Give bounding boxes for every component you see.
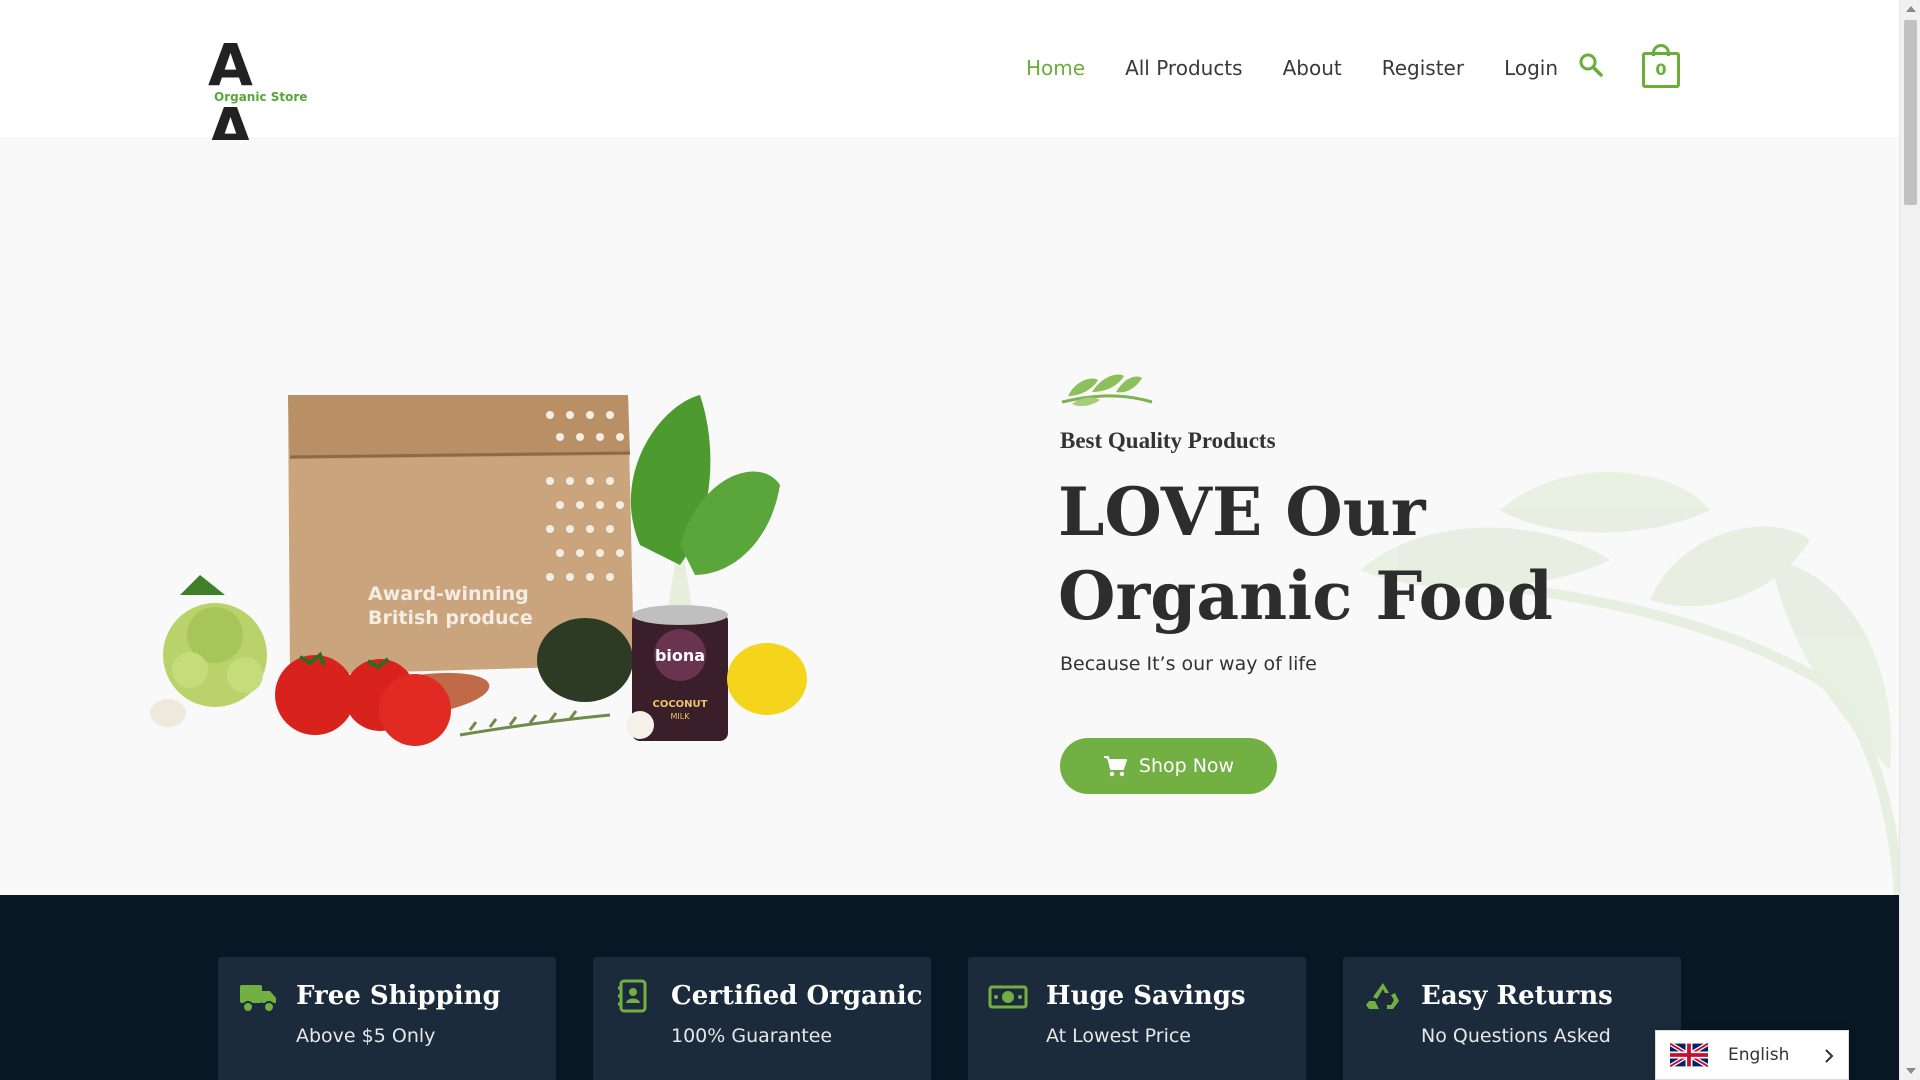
sprig-icon	[1061, 374, 1153, 406]
feature-subtitle: At Lowest Price	[1046, 1025, 1191, 1047]
feature-title: Easy Returns	[1421, 981, 1613, 1011]
hero-headline: LOVE Our Organic Food	[1058, 473, 1553, 635]
nav-about[interactable]: About	[1283, 52, 1342, 84]
can-sublabel: MILK	[671, 712, 691, 721]
language-label: English	[1728, 1045, 1790, 1065]
logo-subtitle: Organic Store	[214, 90, 308, 104]
uk-flag-icon	[1670, 1043, 1708, 1067]
feature-subtitle: Above $5 Only	[296, 1025, 436, 1047]
groceries-image: Award-winning British produce biona COCO…	[150, 395, 807, 746]
hero-subline: Because It’s our way of life	[1060, 653, 1317, 675]
money-icon	[988, 985, 1028, 1009]
site-logo[interactable]: A A Organic Store	[208, 33, 308, 161]
feature-subtitle: 100% Guarantee	[671, 1025, 833, 1047]
hero-tagline: Best Quality Products	[1060, 428, 1276, 453]
scroll-up-arrow-icon[interactable]	[1906, 6, 1916, 12]
cart-button[interactable]: 0	[1642, 44, 1680, 88]
feature-card-certified: Certified Organic 100% Guarantee	[593, 957, 931, 1080]
chevron-right-icon	[1825, 1049, 1834, 1063]
scroll-thumb[interactable]	[1904, 20, 1917, 205]
shop-now-button[interactable]: Shop Now	[1060, 738, 1277, 794]
feature-card-shipping: Free Shipping Above $5 Only	[218, 957, 556, 1080]
feature-title: Huge Savings	[1046, 981, 1246, 1011]
nav-home[interactable]: Home	[1026, 52, 1085, 84]
can-label: COCONUT	[653, 699, 708, 710]
search-icon[interactable]	[1578, 52, 1604, 78]
feature-title: Free Shipping	[296, 981, 501, 1011]
shop-now-label: Shop Now	[1138, 755, 1235, 777]
features-section: Free Shipping Above $5 Only Certified Or…	[0, 895, 1899, 1080]
main-nav: Home All Products About Register Login	[1026, 52, 1558, 84]
site-header: A A Organic Store Home All Products Abou…	[0, 0, 1899, 161]
nav-all-products[interactable]: All Products	[1125, 52, 1243, 84]
certificate-icon	[618, 979, 647, 1013]
feature-title: Certified Organic	[671, 981, 923, 1011]
nav-register[interactable]: Register	[1382, 52, 1464, 84]
truck-icon	[240, 985, 276, 1013]
language-switcher[interactable]: English	[1655, 1030, 1849, 1080]
bag-text-line1: Award-winning	[368, 583, 529, 605]
cart-count-badge: 0	[1655, 60, 1667, 79]
scroll-down-arrow-icon[interactable]	[1906, 1068, 1916, 1074]
cart-icon	[1103, 756, 1127, 777]
feature-card-savings: Huge Savings At Lowest Price	[968, 957, 1306, 1080]
page-scrollbar[interactable]	[1899, 0, 1920, 1080]
can-brand: biona	[655, 646, 705, 665]
nav-login[interactable]: Login	[1504, 52, 1558, 84]
hero-section: Award-winning British produce biona COCO…	[0, 140, 1899, 895]
feature-card-returns: Easy Returns No Questions Asked	[1343, 957, 1681, 1080]
feature-subtitle: No Questions Asked	[1421, 1025, 1611, 1047]
recycle-icon	[1366, 983, 1399, 1009]
bag-text-line2: British produce	[368, 607, 533, 629]
